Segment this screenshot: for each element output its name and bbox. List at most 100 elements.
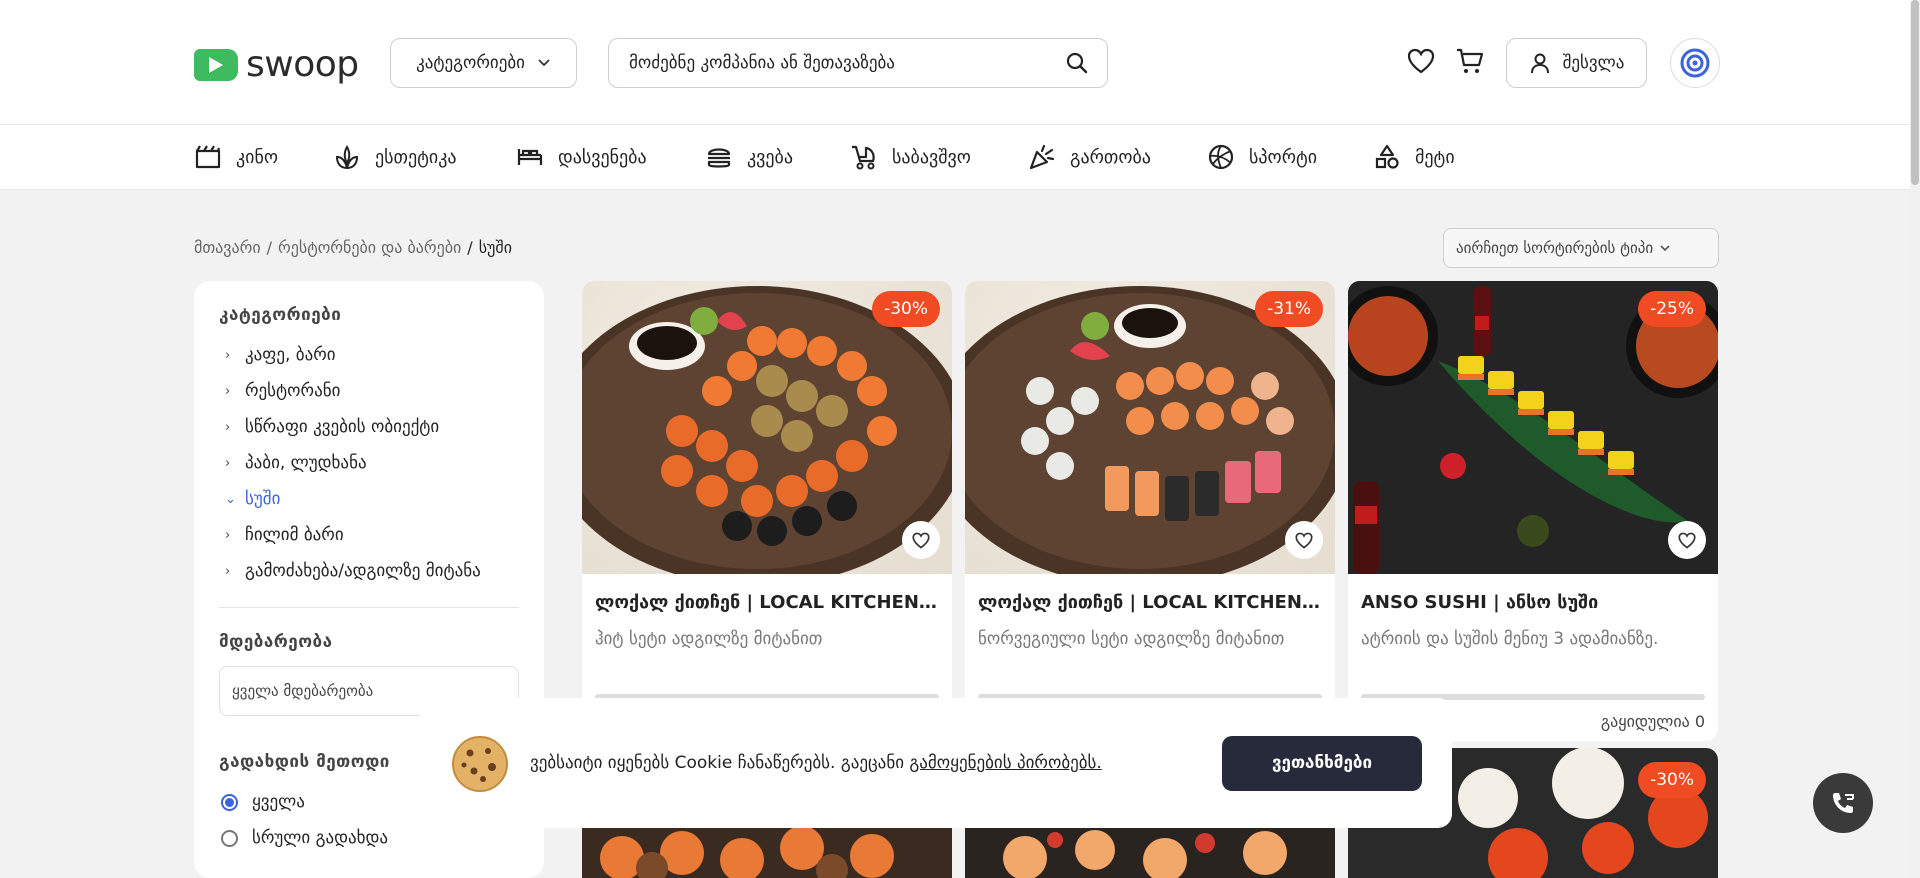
sidebar-item-label: ჩილიმ ბარი <box>245 525 344 545</box>
sidebar-item-hookah-bar[interactable]: › ჩილიმ ბარი <box>219 517 519 553</box>
nav-item-rest[interactable]: დასვენება <box>516 143 647 171</box>
nav-item-label: ესთეტიკა <box>375 146 457 168</box>
nav-item-label: კვება <box>747 146 794 168</box>
nav-item-fun[interactable]: გართობა <box>1028 143 1151 171</box>
card-description: ჰიტ სეტი ადგილზე მიტანით <box>595 629 823 649</box>
nav-item-label: მეტი <box>1415 146 1455 168</box>
user-icon <box>1530 53 1549 74</box>
breadcrumb-parent[interactable]: რესტორნები და ბარები <box>278 238 461 257</box>
nav-item-cinema[interactable]: კინო <box>194 143 278 171</box>
stroller-icon <box>852 145 875 170</box>
sushi-set-image: -31% <box>965 281 1335 574</box>
sidebar-item-fast-food[interactable]: › სწრაფი კვების ობიექტი <box>219 409 519 445</box>
nav-item-label: კინო <box>236 146 279 168</box>
offer-card[interactable]: -31% ლოქალ ქითჩენ | LOCAL KITCHEN... ნორ… <box>965 281 1335 741</box>
discount-badge: -31% <box>1255 291 1323 327</box>
location-title: მდებარეობა <box>219 632 333 652</box>
card-title: ლოქალ ქითჩენ | LOCAL KITCHEN... <box>978 592 1323 613</box>
cinema-icon <box>195 145 221 169</box>
sort-dropdown[interactable]: აირჩიეთ სორტირების ტიპი <box>1443 228 1719 268</box>
sidebar-item-restaurant[interactable]: › რესტორანი <box>219 373 519 409</box>
search-icon[interactable] <box>1065 51 1089 75</box>
nav-item-more[interactable]: მეტი <box>1373 143 1455 171</box>
payment-option-label: ყველა <box>252 792 305 812</box>
chevron-right-icon: › <box>225 527 231 543</box>
nav-item-label: საბავშვო <box>892 146 971 168</box>
chevron-right-icon: › <box>225 455 231 471</box>
breadcrumb-home[interactable]: მთავარი <box>194 238 261 257</box>
divider <box>219 607 519 608</box>
chevron-down-icon <box>538 59 550 67</box>
sidebar-item-pub[interactable]: › პაბი, ლუდხანა <box>219 445 519 481</box>
nav-item-food[interactable]: კვება <box>705 143 793 171</box>
beauty-icon <box>335 145 359 170</box>
sidebar-item-cafe-bar[interactable]: › კაფე, ბარი <box>219 337 519 373</box>
chevron-down-icon <box>1660 245 1670 252</box>
bed-icon <box>517 149 543 165</box>
radio-icon <box>221 829 238 847</box>
card-description: ატრიის და სუშის მენიუ 3 ადამიანზე. <box>1361 629 1659 649</box>
nav-item-sport[interactable]: სპორტი <box>1207 143 1317 171</box>
chevron-right-icon: › <box>225 419 231 435</box>
sidebar-item-sushi[interactable]: ⌄ სუში <box>219 481 519 517</box>
chevron-down-icon: ⌄ <box>225 491 236 507</box>
sidebar-item-label: პაბი, ლუდხანა <box>245 453 367 473</box>
cart-icon[interactable] <box>1455 46 1485 76</box>
sidebar-item-label: სწრაფი კვების ობიექტი <box>245 417 440 437</box>
card-description: ნორვეგიული სეტი ადგილზე მიტანით <box>978 629 1285 649</box>
scrollbar-thumb[interactable] <box>1911 0 1919 185</box>
cookie-message: ვებსაიტი იყენებს Cookie ჩანაწერებს. გაეც… <box>530 753 1202 773</box>
favorite-heart-icon[interactable] <box>1668 521 1706 559</box>
call-button[interactable] <box>1813 773 1873 833</box>
burger-icon <box>707 148 731 168</box>
ball-icon <box>1208 144 1234 170</box>
offer-card[interactable]: -30% ლოქალ ქითჩენ | LOCAL KITCHEN... ჰიტ… <box>582 281 952 741</box>
nav-item-label: გართობა <box>1070 146 1151 168</box>
nav-item-label: სპორტი <box>1249 146 1318 168</box>
nav-item-label: დასვენება <box>558 146 647 168</box>
sidebar-item-delivery[interactable]: › გამოძახება/ადგილზე მიტანა <box>219 553 519 589</box>
nav-item-kids[interactable]: საბავშვო <box>850 143 971 171</box>
sort-label: აირჩიეთ სორტირების ტიპი <box>1456 239 1654 257</box>
shapes-icon <box>1375 144 1399 169</box>
discount-badge: -30% <box>872 291 940 327</box>
card-title: ლოქალ ქითჩენ | LOCAL KITCHEN... <box>595 592 940 613</box>
chevron-right-icon: › <box>225 347 231 363</box>
target-logo-icon <box>1680 48 1710 78</box>
radio-selected-icon <box>221 793 238 811</box>
offer-card[interactable]: -25% ANSO SUSHI | ანსო სუში ატრიის და სუ… <box>1348 281 1718 741</box>
sidebar-item-label: გამოძახება/ადგილზე მიტანა <box>245 561 481 581</box>
payment-option-label: სრული გადახდა <box>252 828 389 848</box>
discount-badge: -30% <box>1638 762 1706 798</box>
page-scrollbar[interactable] <box>1910 0 1920 878</box>
search-bar <box>608 38 1108 88</box>
breadcrumb-separator: / <box>467 238 473 257</box>
categories-title: კატეგორიები <box>219 305 342 325</box>
search-input[interactable] <box>629 53 1065 73</box>
party-icon <box>1029 144 1055 170</box>
wishlist-heart-icon[interactable] <box>1406 46 1436 76</box>
breadcrumb-current: სუში <box>478 238 512 257</box>
card-title: ANSO SUSHI | ანსო სუში <box>1361 592 1599 613</box>
categories-dropdown-button[interactable]: კატეგორიები <box>390 38 577 88</box>
sushi-set-image: -30% <box>582 281 952 574</box>
chevron-right-icon: › <box>225 383 231 399</box>
sidebar-item-label: სუში <box>245 489 281 509</box>
categories-label: კატეგორიები <box>416 53 525 73</box>
language-button[interactable] <box>1670 38 1720 88</box>
discount-badge: -25% <box>1638 291 1706 327</box>
login-label: შესვლა <box>1562 53 1625 73</box>
favorite-heart-icon[interactable] <box>902 521 940 559</box>
cookie-banner: ვებსაიტი იყენებს Cookie ჩანაწერებს. გაეც… <box>420 698 1452 828</box>
login-button[interactable]: შესვლა <box>1506 38 1647 88</box>
cookie-text: ვებსაიტი იყენებს Cookie ჩანაწერებს. გაეც… <box>530 753 910 773</box>
nav-item-beauty[interactable]: ესთეტიკა <box>333 143 457 171</box>
category-nav: კინო ესთეტიკა დასვენება კვება საბავშვო გ… <box>0 125 1920 190</box>
terms-link[interactable]: გამოყენების პირობებს. <box>909 753 1101 773</box>
logo[interactable]: swoop <box>194 44 359 85</box>
accept-cookies-button[interactable]: ვეთანხმები <box>1222 735 1422 791</box>
favorite-heart-icon[interactable] <box>1285 521 1323 559</box>
header: swoop კატეგორიები შესვლა <box>0 0 1920 125</box>
sidebar-item-label: რესტორანი <box>245 381 341 401</box>
logo-text: swoop <box>246 44 359 85</box>
